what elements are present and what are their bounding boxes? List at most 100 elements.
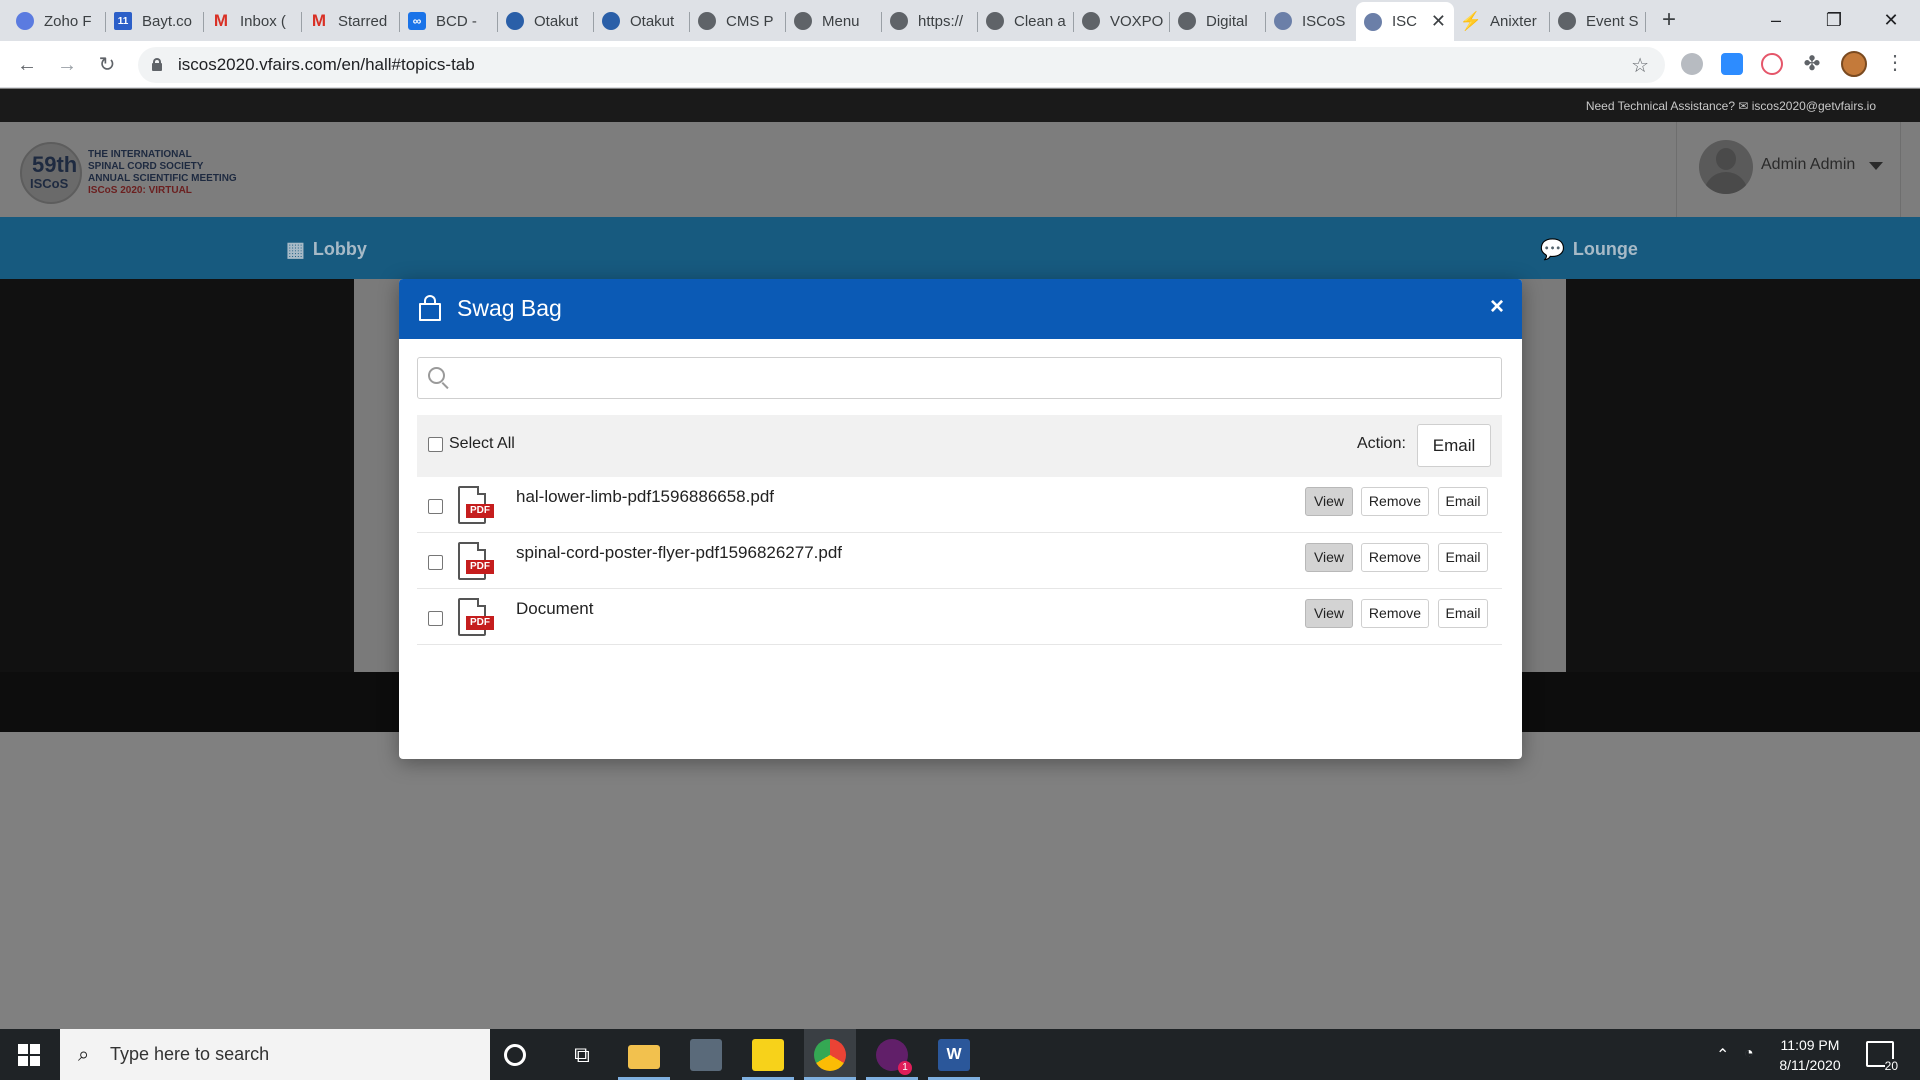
tray-chevron-up-icon[interactable]: ⌃ <box>1716 1045 1729 1065</box>
search-input[interactable] <box>462 364 1492 392</box>
url-text[interactable]: iscos2020.vfairs.com/en/hall#topics-tab <box>178 55 475 75</box>
puzzle-extensions-icon[interactable]: ✤ <box>1801 53 1823 75</box>
close-icon[interactable]: × <box>1490 293 1504 321</box>
close-window-button[interactable]: ✕ <box>1862 0 1920 41</box>
zoho-favicon-icon <box>16 12 34 30</box>
modal-header: Swag Bag × <box>399 279 1522 339</box>
extension-icon[interactable] <box>1681 53 1703 75</box>
lock-icon <box>152 58 162 71</box>
browser-tab[interactable]: Menu <box>786 4 882 38</box>
reload-icon[interactable]: ↻ <box>92 50 122 80</box>
extension-icon[interactable] <box>1761 53 1783 75</box>
file-checkbox[interactable] <box>428 555 443 570</box>
infinity-favicon-icon: ∞ <box>408 12 426 30</box>
browser-tab[interactable]: ∞ BCD - <box>400 4 498 38</box>
cortana-icon[interactable] <box>504 1044 526 1066</box>
slack-badge: 1 <box>898 1061 912 1075</box>
notification-center-icon[interactable]: 20 <box>1866 1041 1898 1073</box>
wifi-icon[interactable]: ◔ <box>1744 1045 1754 1063</box>
browser-tab[interactable]: 11 Bayt.co <box>106 4 204 38</box>
email-button[interactable]: Email <box>1438 599 1488 628</box>
gmail-favicon-icon: M <box>311 11 327 30</box>
file-name: spinal-cord-poster-flyer-pdf1596826277.p… <box>516 543 843 562</box>
browser-tab[interactable]: M Starred <box>302 4 400 38</box>
pdf-file-icon: PDF <box>458 542 494 580</box>
browser-tab[interactable]: Event S <box>1550 4 1646 38</box>
browser-tab[interactable]: CMS P <box>690 4 786 38</box>
pdf-file-icon: PDF <box>458 598 494 636</box>
taskbar-search-text: Type here to search <box>110 1044 270 1064</box>
shopping-bag-icon <box>419 295 441 321</box>
remove-button[interactable]: Remove <box>1361 543 1429 572</box>
anixter-favicon-icon: ⚡ <box>1459 10 1483 31</box>
iscos-logo[interactable]: 59th ISCoS <box>20 142 82 204</box>
browser-tab[interactable]: Otakut <box>498 4 594 38</box>
restore-button[interactable]: ❐ <box>1805 0 1863 41</box>
web-page: Need Technical Assistance? ✉ iscos2020@g… <box>0 89 1920 1029</box>
word-icon[interactable]: W <box>938 1039 970 1071</box>
email-button[interactable]: Email <box>1438 487 1488 516</box>
iscos-favicon-icon <box>1364 12 1382 31</box>
browser-tab-active[interactable]: ISC ✕ <box>1356 2 1454 41</box>
nav-item-lobby[interactable]: ▦ Lobby <box>286 237 367 262</box>
search-icon <box>428 367 450 390</box>
back-arrow-icon[interactable]: ← <box>12 50 42 80</box>
remove-button[interactable]: Remove <box>1361 599 1429 628</box>
view-button[interactable]: View <box>1305 599 1353 628</box>
minimize-button[interactable]: – <box>1747 0 1805 41</box>
user-menu[interactable]: Admin Admin <box>1676 122 1901 217</box>
taskbar-search[interactable]: ⌕ Type here to search <box>60 1029 490 1080</box>
email-button[interactable]: Email <box>1438 543 1488 572</box>
nav-item-lounge[interactable]: 💬 Lounge <box>1540 237 1638 262</box>
file-row: PDF Document View Remove Email <box>417 589 1502 645</box>
select-all-label[interactable]: Select All <box>449 435 515 453</box>
browser-tab[interactable]: Zoho F <box>8 4 106 38</box>
tab-close-icon[interactable]: ✕ <box>1431 11 1446 32</box>
technical-assistance-text[interactable]: Need Technical Assistance? ✉ iscos2020@g… <box>1586 99 1876 113</box>
chrome-menu-icon[interactable]: ⋮ <box>1885 50 1905 75</box>
search-icon: ⌕ <box>78 1044 90 1066</box>
swag-bag-modal: Swag Bag × Select All Action: Email PDF … <box>399 279 1522 759</box>
sticky-notes-icon[interactable] <box>752 1039 784 1071</box>
globe-favicon-icon <box>1558 12 1576 30</box>
browser-tab[interactable]: Otakut <box>594 4 690 38</box>
clock[interactable]: 11:09 PM 8/11/2020 <box>1770 1035 1850 1075</box>
view-button[interactable]: View <box>1305 543 1353 572</box>
task-view-icon[interactable]: ⧉ <box>566 1039 598 1071</box>
remove-button[interactable]: Remove <box>1361 487 1429 516</box>
profile-avatar[interactable] <box>1841 51 1867 77</box>
chrome-icon[interactable] <box>814 1039 846 1071</box>
file-checkbox[interactable] <box>428 611 443 626</box>
slack-icon[interactable]: 1 <box>876 1039 912 1075</box>
file-name: hal-lower-limb-pdf1596886658.pdf <box>516 487 774 506</box>
browser-tab[interactable]: Clean a <box>978 4 1074 38</box>
globe-favicon-icon <box>794 12 812 30</box>
bulk-email-button[interactable]: Email <box>1417 424 1491 467</box>
zoom-extension-icon[interactable] <box>1721 53 1743 75</box>
browser-tab[interactable]: https:// <box>882 4 978 38</box>
forward-arrow-icon[interactable]: → <box>52 50 82 80</box>
globe-favicon-icon <box>1082 12 1100 30</box>
browser-tab[interactable]: ⚡ Anixter <box>1454 4 1550 38</box>
address-bar[interactable]: iscos2020.vfairs.com/en/hall#topics-tab … <box>138 47 1665 83</box>
building-icon: ▦ <box>286 239 305 261</box>
file-row: PDF spinal-cord-poster-flyer-pdf15968262… <box>417 533 1502 589</box>
bayt-favicon-icon: 11 <box>114 12 132 30</box>
chevron-down-icon <box>1869 162 1883 170</box>
file-checkbox[interactable] <box>428 499 443 514</box>
calculator-icon[interactable] <box>690 1039 722 1071</box>
windows-start-icon[interactable] <box>18 1044 40 1066</box>
file-name: Document <box>516 599 594 618</box>
browser-tab[interactable]: VOXPO <box>1074 4 1170 38</box>
browser-tab[interactable]: Digital <box>1170 4 1266 38</box>
globe-favicon-icon <box>986 12 1004 30</box>
browser-tab[interactable]: ISCoS <box>1266 4 1356 38</box>
select-all-checkbox[interactable] <box>428 437 443 452</box>
view-button[interactable]: View <box>1305 487 1353 516</box>
bookmark-star-icon[interactable]: ☆ <box>1631 53 1649 78</box>
search-field[interactable] <box>417 357 1502 399</box>
new-tab-button[interactable]: + <box>1655 6 1683 34</box>
browser-tab[interactable]: M Inbox ( <box>204 4 302 38</box>
file-explorer-icon[interactable] <box>628 1045 660 1069</box>
chat-bubbles-icon: 💬 <box>1540 239 1565 261</box>
